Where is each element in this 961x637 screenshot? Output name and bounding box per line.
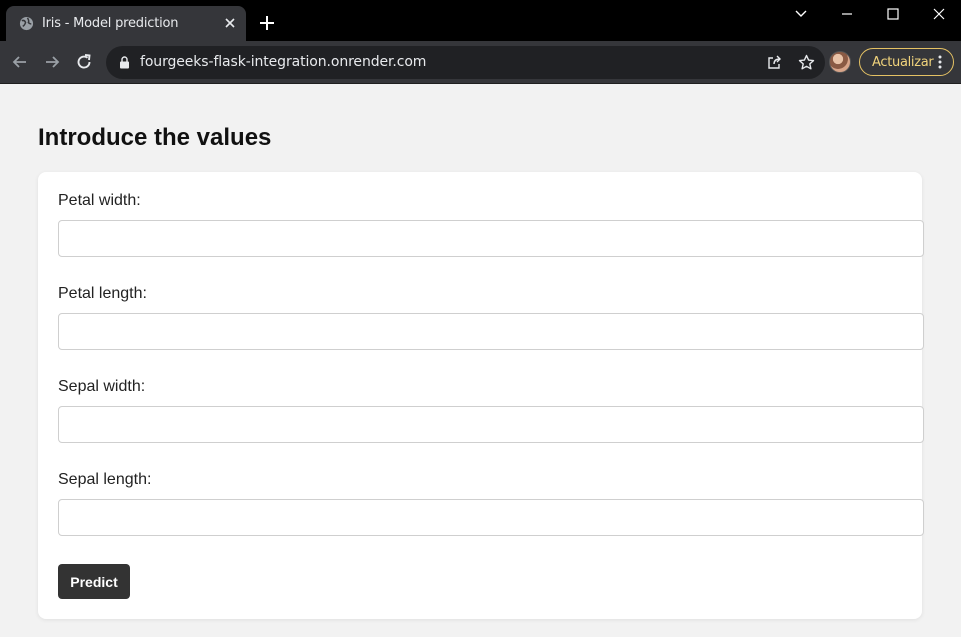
close-tab-icon[interactable] xyxy=(223,16,237,30)
reload-icon[interactable] xyxy=(74,52,94,72)
forward-arrow-icon[interactable] xyxy=(42,52,62,72)
tab-strip: Iris - Model prediction xyxy=(0,0,961,41)
browser-tab[interactable]: Iris - Model prediction xyxy=(6,6,246,41)
update-button-label: Actualizar xyxy=(872,55,934,70)
lock-icon[interactable] xyxy=(119,56,130,69)
star-icon[interactable] xyxy=(798,54,815,71)
address-bar[interactable]: fourgeeks-flask-integration.onrender.com xyxy=(106,46,825,79)
petal-width-input[interactable] xyxy=(58,220,924,257)
tab-title: Iris - Model prediction xyxy=(42,16,179,31)
url-text[interactable]: fourgeeks-flask-integration.onrender.com xyxy=(140,54,426,70)
chevron-down-icon[interactable] xyxy=(791,4,811,24)
sepal-length-label: Sepal length: xyxy=(58,471,152,488)
petal-width-label: Petal width: xyxy=(58,192,141,209)
update-button[interactable]: Actualizar xyxy=(859,48,954,76)
share-icon[interactable] xyxy=(766,54,783,71)
kebab-menu-icon[interactable] xyxy=(937,55,943,69)
minimize-icon[interactable] xyxy=(837,4,857,24)
prediction-form: Petal width: Petal length: Sepal width: … xyxy=(38,172,924,619)
globe-icon xyxy=(19,16,34,31)
browser-toolbar: fourgeeks-flask-integration.onrender.com xyxy=(0,41,961,84)
petal-length-input[interactable] xyxy=(58,313,924,350)
new-tab-plus-icon[interactable] xyxy=(258,14,276,32)
maximize-icon[interactable] xyxy=(883,4,903,24)
profile-avatar[interactable] xyxy=(829,51,851,73)
sepal-length-input[interactable] xyxy=(58,499,924,536)
close-window-icon[interactable] xyxy=(929,4,949,24)
back-arrow-icon[interactable] xyxy=(10,52,30,72)
sepal-width-label: Sepal width: xyxy=(58,378,146,395)
petal-length-label: Petal length: xyxy=(58,285,147,302)
page-title: Introduce the values xyxy=(38,124,272,151)
sepal-width-input[interactable] xyxy=(58,406,924,443)
predict-button[interactable]: Predict xyxy=(58,564,130,599)
